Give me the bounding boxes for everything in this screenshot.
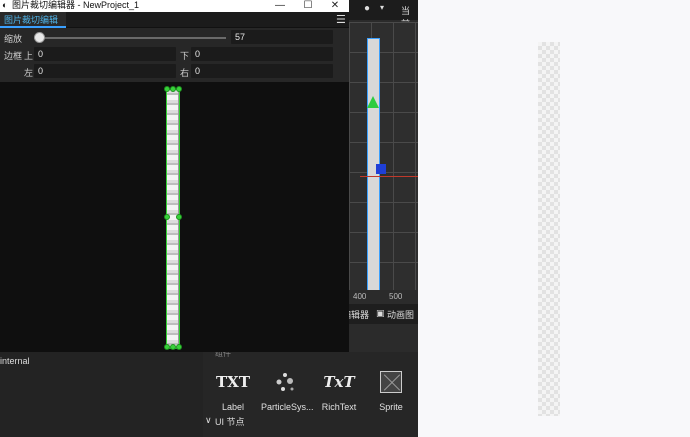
ruler-label-right: 500 bbox=[389, 292, 403, 301]
scene-ruler: 400 500 bbox=[349, 290, 418, 304]
richtext-icon: TxT bbox=[323, 373, 355, 391]
component-sprite[interactable]: Sprite bbox=[367, 368, 415, 412]
bottom-field[interactable]: 0 bbox=[191, 47, 333, 61]
label-icon: TXT bbox=[216, 373, 250, 391]
component-particle-system[interactable]: ParticleSys... bbox=[261, 368, 314, 412]
right-field[interactable]: 0 bbox=[191, 64, 333, 78]
x-axis-gizmo[interactable] bbox=[360, 176, 418, 177]
right-label: 右 bbox=[180, 68, 190, 78]
handle-top-right[interactable] bbox=[176, 86, 182, 92]
bottom-label: 下 bbox=[180, 51, 190, 61]
scale-label: 缩放 bbox=[4, 34, 23, 44]
chevron-down-icon[interactable]: ▾ bbox=[380, 3, 384, 12]
handle-middle-left[interactable] bbox=[164, 214, 170, 220]
scale-value-field[interactable]: 57 bbox=[231, 30, 333, 44]
left-label: 左 bbox=[24, 68, 34, 78]
globe-icon[interactable]: ● bbox=[364, 3, 370, 14]
sprite-icon bbox=[367, 368, 415, 396]
maximize-button[interactable]: ☐ bbox=[294, 0, 322, 12]
scene-bottom-tabs: 编辑器 ▣ 动画图 bbox=[340, 304, 418, 324]
asset-item[interactable]: internal bbox=[0, 356, 30, 366]
ruler-label-left: 400 bbox=[353, 292, 367, 301]
window-title: 图片裁切编辑器 - NewProject_1 bbox=[12, 0, 140, 10]
ui-node-section[interactable]: ∨ UI 节点 bbox=[203, 414, 418, 428]
ui-node-section-label: UI 节点 bbox=[215, 417, 245, 427]
particle-icon bbox=[261, 368, 309, 396]
animation-icon: ▣ bbox=[376, 308, 385, 318]
move-handle-icon[interactable] bbox=[376, 164, 386, 174]
scene-grid[interactable] bbox=[349, 22, 418, 304]
component-richtext-text: RichText bbox=[321, 402, 357, 412]
scale-slider-track[interactable] bbox=[34, 37, 226, 39]
tab-animation[interactable]: 动画图 bbox=[387, 308, 414, 321]
app-icon: ◐ bbox=[2, 0, 8, 10]
tab-sprite-editor[interactable]: 图片裁切编辑器 bbox=[0, 12, 66, 41]
menu-icon[interactable]: ☰ bbox=[336, 13, 346, 27]
minimize-button[interactable]: — bbox=[266, 0, 294, 12]
component-particle-text: ParticleSys... bbox=[261, 402, 314, 412]
chevron-down-icon: ∨ bbox=[205, 415, 212, 425]
border-label: 边框 bbox=[4, 51, 23, 61]
component-richtext[interactable]: TxT RichText bbox=[315, 368, 363, 412]
component-label-text: Label bbox=[221, 402, 245, 412]
transparent-sprite-preview bbox=[538, 42, 560, 416]
y-axis-arrow-icon[interactable] bbox=[367, 96, 379, 108]
components-panel: 组件 TXT Label ParticleSys... TxT RichText… bbox=[203, 349, 418, 437]
window-titlebar[interactable]: ◐ 图片裁切编辑器 - NewProject_1 — ☐ ✕ bbox=[0, 0, 349, 12]
close-button[interactable]: ✕ bbox=[321, 0, 349, 12]
top-field[interactable]: 0 bbox=[34, 47, 176, 61]
component-sprite-text: Sprite bbox=[379, 402, 403, 412]
scene-toolbar: ● ▾ 当前 bbox=[340, 0, 418, 29]
assets-panel: internal bbox=[0, 352, 203, 437]
handle-bottom-right[interactable] bbox=[176, 344, 182, 350]
top-label: 上 bbox=[24, 51, 34, 61]
left-field[interactable]: 0 bbox=[34, 64, 176, 78]
handle-middle-right[interactable] bbox=[176, 214, 182, 220]
component-label[interactable]: TXT Label bbox=[209, 368, 257, 412]
